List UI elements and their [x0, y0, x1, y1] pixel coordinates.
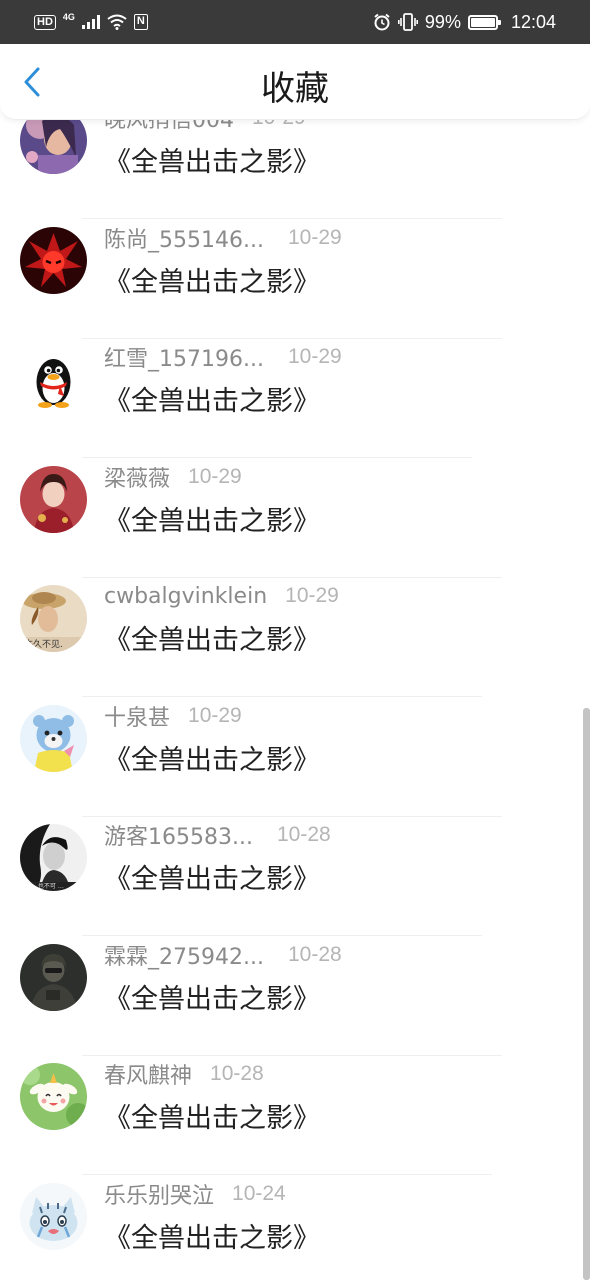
favorite-date: 10-29: [188, 703, 242, 727]
item-meta: 红雪_157196... 10-29: [104, 341, 342, 373]
favorites-list[interactable]: 晚风捎信00410-29《全兽出击之影》陈尚_555146...10-29《全兽…: [0, 100, 590, 1280]
avatar[interactable]: [20, 346, 87, 413]
avatar[interactable]: [20, 704, 87, 772]
favorite-date: 10-24: [232, 1181, 286, 1205]
avatar[interactable]: [20, 943, 87, 1011]
list-item[interactable]: 许久不见. cwbalgvinklein 10-29 《全兽出击之影》: [0, 578, 590, 697]
favorite-title[interactable]: 《全兽出击之影》: [104, 140, 320, 179]
username[interactable]: cwbalgvinklein: [104, 584, 267, 609]
battery-icon: [467, 14, 501, 30]
favorite-date: 10-29: [188, 464, 242, 488]
list-item[interactable]: 红雪_157196... 10-29 《全兽出击之影》: [0, 339, 590, 458]
favorite-title[interactable]: 《全兽出击之影》: [104, 1096, 320, 1135]
item-meta: 十泉甚 10-29: [104, 700, 242, 732]
favorite-date: 10-28: [210, 1062, 264, 1085]
list-item[interactable]: 春风麒神 10-28 《全兽出击之影》: [0, 1056, 590, 1175]
list-item[interactable]: 梁薇薇 10-29 《全兽出击之影》: [0, 459, 590, 578]
username[interactable]: 乐乐别哭泣: [104, 1178, 214, 1210]
hd-icon: HD: [34, 14, 56, 30]
favorite-date: 10-29: [287, 225, 342, 249]
username[interactable]: 游客165583...: [104, 819, 253, 851]
list-item[interactable]: 霖霖_275942... 10-28 《全兽出击之影》: [0, 937, 590, 1056]
favorite-title[interactable]: 《全兽出击之影》: [104, 499, 320, 538]
scrollbar[interactable]: [583, 708, 590, 1280]
username[interactable]: 十泉甚: [104, 700, 170, 732]
favorite-title[interactable]: 《全兽出击之影》: [104, 738, 320, 777]
favorite-date: 10-28: [276, 823, 331, 846]
alarm-icon: [374, 13, 390, 31]
avatar[interactable]: [20, 1182, 87, 1250]
network-type-label: 4G: [62, 12, 75, 22]
username[interactable]: 陈尚_555146...: [104, 222, 264, 254]
svg-text:… 也不可 …: … 也不可 …: [30, 882, 64, 890]
favorite-date: 10-29: [287, 345, 342, 368]
item-meta: 梁薇薇 10-29: [104, 461, 242, 493]
item-meta: 游客165583... 10-28: [104, 819, 331, 851]
wifi-icon: [107, 14, 127, 30]
item-meta: 陈尚_555146... 10-29: [104, 222, 342, 254]
avatar[interactable]: [20, 465, 87, 533]
favorite-title[interactable]: 《全兽出击之影》: [104, 379, 320, 418]
clock: 12:04: [510, 11, 556, 32]
svg-text:许久不见.: 许久不见.: [24, 638, 63, 650]
page-title: 收藏: [261, 69, 329, 109]
avatar[interactable]: [20, 1063, 87, 1130]
nfc-icon: N: [133, 14, 148, 30]
item-meta: cwbalgvinklein 10-29: [104, 580, 339, 612]
signal-icon: [81, 15, 100, 29]
status-bar-right: 99% 12:04: [373, 12, 556, 33]
username[interactable]: 红雪_157196...: [104, 341, 264, 373]
vibrate-icon: [397, 13, 418, 31]
item-meta: 霖霖_275942... 10-28: [104, 939, 342, 971]
battery-percent: 99%: [424, 11, 461, 32]
avatar[interactable]: 许久不见.: [20, 585, 87, 652]
status-bar: HD 4G N 99% 12:04: [0, 0, 590, 44]
favorite-title[interactable]: 《全兽出击之影》: [104, 1216, 320, 1255]
username[interactable]: 霖霖_275942...: [104, 939, 264, 971]
favorite-title[interactable]: 《全兽出击之影》: [104, 857, 320, 896]
favorite-title[interactable]: 《全兽出击之影》: [104, 618, 320, 657]
favorite-title[interactable]: 《全兽出击之影》: [104, 260, 320, 299]
favorite-date: 10-28: [287, 942, 342, 966]
item-meta: 乐乐别哭泣 10-24: [104, 1178, 286, 1210]
list-item[interactable]: 乐乐别哭泣 10-24 《全兽出击之影》: [0, 1176, 590, 1280]
favorite-date: 10-29: [285, 584, 339, 607]
status-bar-left: HD 4G N: [34, 12, 148, 30]
list-item[interactable]: 十泉甚 10-29 《全兽出击之影》: [0, 698, 590, 817]
list-item[interactable]: 陈尚_555146... 10-29 《全兽出击之影》: [0, 220, 590, 339]
username[interactable]: 梁薇薇: [104, 461, 170, 493]
item-meta: 春风麒神 10-28: [104, 1058, 264, 1090]
avatar[interactable]: … 也不可 …: [20, 824, 87, 891]
favorite-title[interactable]: 《全兽出击之影》: [104, 977, 320, 1016]
avatar[interactable]: [20, 226, 87, 294]
username[interactable]: 春风麒神: [104, 1058, 192, 1090]
header-bar: 收藏: [0, 44, 590, 120]
battery-fill: [470, 17, 495, 27]
list-item[interactable]: … 也不可 … 游客165583... 10-28 《全兽出击之影》: [0, 817, 590, 936]
